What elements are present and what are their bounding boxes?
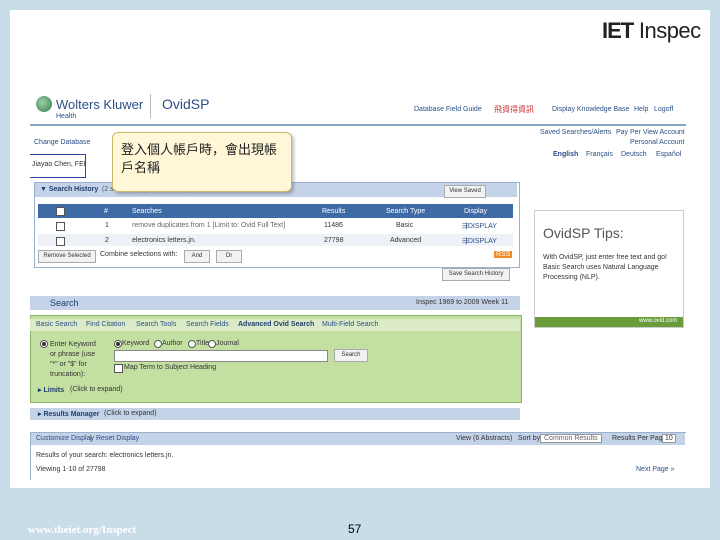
lang-deutsch[interactable]: Deutsch — [621, 151, 647, 158]
personal-account-link[interactable]: Personal Account — [630, 139, 684, 146]
keyword-radio[interactable] — [114, 340, 122, 348]
globe-icon — [36, 96, 52, 112]
search-title: Search — [50, 298, 79, 308]
per-page-select[interactable]: 10 — [662, 434, 676, 443]
per-page-label: Results Per Page: — [612, 435, 669, 442]
search-input[interactable] — [114, 350, 328, 362]
nav-airitilib[interactable]: 飛資得資訊 — [494, 104, 534, 115]
customize-display-link[interactable]: Customize Display — [36, 435, 94, 442]
results-manager-note: (Click to expand) — [104, 410, 157, 417]
tab-find-citation[interactable]: Find Citation — [86, 321, 125, 328]
logo-divider — [150, 94, 151, 118]
reset-display-link[interactable]: Reset Display — [96, 435, 139, 442]
next-page-link[interactable]: Next Page » — [636, 466, 675, 473]
view-abstracts[interactable]: View (6 Abstracts) — [456, 435, 512, 442]
combine-and-button[interactable]: And — [184, 250, 210, 263]
title-radio[interactable] — [188, 340, 196, 348]
tips-title: OvidSP Tips: — [543, 225, 624, 241]
view-saved-button[interactable]: View Saved — [444, 185, 486, 198]
col-number: # — [104, 208, 108, 215]
lang-english[interactable]: English — [553, 151, 578, 158]
col-display: Display — [464, 208, 487, 215]
viewing-range: Viewing 1-10 of 27798 — [36, 466, 106, 473]
nav-logoff[interactable]: Logoff — [654, 106, 673, 113]
author-radio[interactable] — [154, 340, 162, 348]
col-search-type: Search Type — [386, 208, 426, 215]
row-checkbox[interactable] — [56, 237, 65, 246]
enter-keyword-label: Enter Keyword or phrase (use "*" or "$" … — [50, 341, 96, 378]
tab-search-fields[interactable]: Search Fields — [186, 321, 229, 328]
save-search-history-button[interactable]: Save Search History — [442, 268, 510, 281]
col-searches: Searches — [132, 208, 162, 215]
combine-or-button[interactable]: Or — [216, 250, 242, 263]
results-manager-toggle[interactable]: ▸ Results Manager — [38, 410, 100, 418]
row-background — [38, 234, 513, 246]
tab-multi-field-search[interactable]: Multi-Field Search — [322, 321, 378, 328]
tips-body: With OvidSP, just enter free text and go… — [543, 254, 667, 281]
user-name-highlight: Jiayao Chen, FEI — [30, 154, 86, 178]
tips-footer: www.ovid.com — [535, 317, 683, 327]
nav-field-guide[interactable]: Database Field Guide — [414, 106, 482, 113]
map-term-checkbox[interactable] — [114, 364, 123, 373]
limits-toggle[interactable]: ▸ Limits — [38, 386, 64, 394]
row-checkbox[interactable] — [56, 222, 65, 231]
display-link[interactable]: ⇶DISPLAY — [462, 237, 497, 245]
enter-keyword-radio[interactable] — [40, 340, 48, 348]
footer-url: www.theiet.org/Inspect — [28, 524, 137, 536]
nav-knowledge-base[interactable]: Display Knowledge Base — [552, 106, 629, 113]
tab-basic-search[interactable]: Basic Search — [36, 321, 77, 328]
remove-selected-button[interactable]: Remove Selected — [38, 250, 96, 263]
change-database-link[interactable]: Change Database — [34, 139, 90, 146]
ovid-screenshot: Wolters Kluwer Health OvidSP Database Fi… — [30, 90, 686, 480]
history-table-header — [38, 204, 513, 218]
iet-inspec-logo: IET Inspec — [602, 18, 701, 43]
sort-select[interactable]: Common Results — [540, 434, 602, 443]
limits-note: (Click to expand) — [70, 386, 123, 393]
tab-search-tools[interactable]: Search Tools — [136, 321, 176, 328]
saved-searches-link[interactable]: Saved Searches/Alerts — [540, 129, 611, 136]
page-number: 57 — [348, 522, 362, 536]
rss-icon[interactable]: RSS — [494, 251, 513, 258]
nav-help[interactable]: Help — [634, 106, 648, 113]
results-summary: Results of your search: electronics lett… — [36, 452, 174, 459]
database-info: Inspec 1969 to 2009 Week 11 — [416, 299, 509, 306]
ovidsp-tips-panel: OvidSP Tips: With OvidSP, just enter fre… — [534, 210, 684, 328]
search-history-title[interactable]: ▼ Search History — [40, 186, 98, 193]
map-term-label: Map Term to Subject Heading — [124, 364, 217, 371]
ovid-url[interactable]: www.ovid.com — [639, 318, 677, 324]
ppv-account-link[interactable]: Pay Per View Account — [616, 129, 685, 136]
search-button[interactable]: Search — [334, 349, 368, 362]
combine-label: Combine selections with: — [100, 251, 178, 258]
journal-radio[interactable] — [208, 340, 216, 348]
user-name[interactable]: Jiayao Chen, FEI — [32, 161, 86, 168]
select-all-checkbox[interactable] — [56, 207, 65, 216]
lang-espanol[interactable]: Español — [656, 151, 681, 158]
header-divider — [30, 124, 686, 126]
annotation-callout: 登入個人帳戶時，會出現帳戶名稱 — [112, 132, 292, 192]
callout-text: 登入個人帳戶時，會出現帳戶名稱 — [121, 142, 278, 175]
sort-label: Sort by: — [518, 435, 543, 442]
tab-advanced-ovid-search[interactable]: Advanced Ovid Search — [238, 321, 314, 328]
ovidsp-logo: OvidSP — [162, 96, 210, 112]
col-results: Results — [322, 208, 346, 215]
display-link[interactable]: ⇶DISPLAY — [462, 222, 497, 230]
lang-francais[interactable]: Français — [586, 151, 613, 158]
